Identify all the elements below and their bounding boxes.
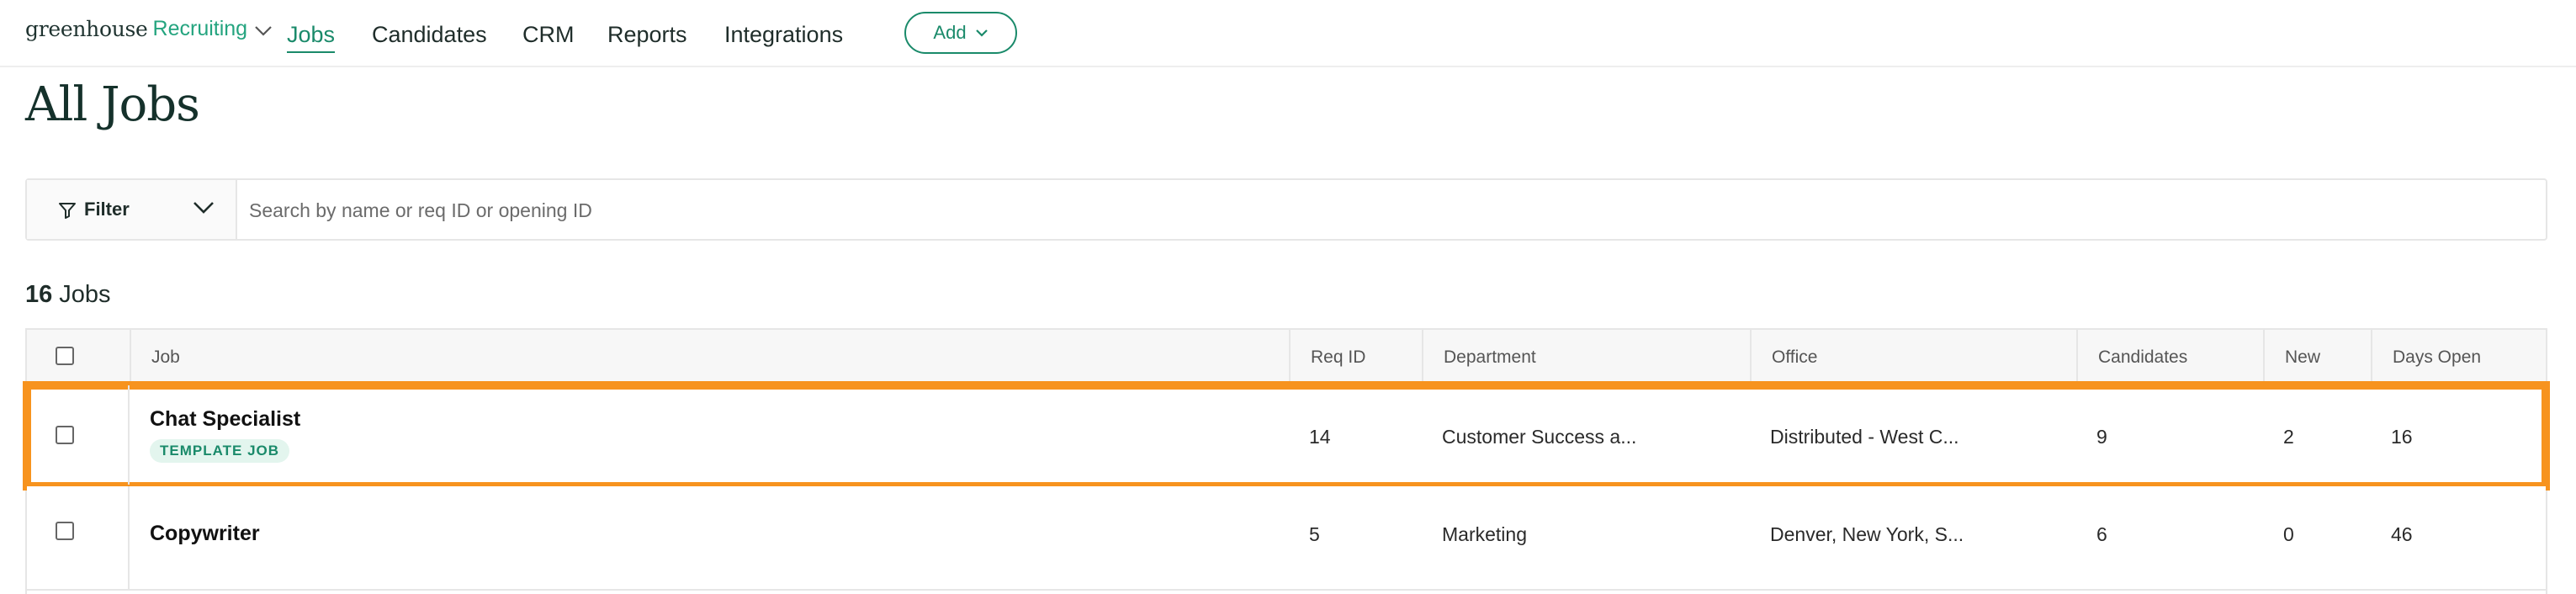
jobs-count: 16 Jobs	[25, 281, 111, 309]
row-checkbox[interactable]	[56, 426, 74, 444]
select-all-checkbox[interactable]	[56, 347, 74, 365]
row-divider	[128, 385, 130, 485]
table-row[interactable]: Copywriter 5 Marketing Denver, New York,…	[27, 486, 2546, 591]
brand-switcher[interactable]: greenhouse Recruiting	[25, 17, 273, 41]
row-divider	[128, 486, 130, 589]
office-cell: Distributed - West C...	[1770, 426, 1959, 448]
chevron-down-icon	[255, 25, 272, 36]
job-title-link[interactable]: Copywriter	[150, 522, 260, 546]
req-id-cell: 14	[1309, 426, 1331, 448]
search-input[interactable]	[247, 188, 2522, 232]
page-title: All Jobs	[25, 77, 200, 132]
row-checkbox[interactable]	[56, 522, 74, 540]
filter-icon	[59, 203, 76, 219]
nav-reports[interactable]: Reports	[607, 22, 687, 48]
nav-integrations[interactable]: Integrations	[724, 22, 843, 48]
days-open-cell: 46	[2391, 523, 2413, 545]
table-header: Job Req ID Department Office Candidates …	[27, 330, 2546, 385]
brand-logo: greenhouse	[25, 17, 148, 41]
candidates-cell[interactable]: 9	[2096, 426, 2107, 448]
new-cell[interactable]: 2	[2283, 426, 2294, 448]
nav-candidates[interactable]: Candidates	[372, 22, 487, 48]
filter-button[interactable]: Filter	[27, 180, 237, 239]
nav-jobs[interactable]: Jobs	[287, 22, 336, 53]
header-req-id[interactable]: Req ID	[1289, 330, 1422, 384]
add-button-label: Add	[933, 22, 967, 43]
header-select-cell	[27, 330, 130, 384]
header-office[interactable]: Office	[1750, 330, 2076, 384]
header-candidates[interactable]: Candidates	[2076, 330, 2263, 384]
days-open-cell: 16	[2391, 426, 2413, 448]
top-nav: greenhouse Recruiting Jobs Candidates CR…	[0, 0, 2576, 67]
header-new[interactable]: New	[2263, 330, 2371, 384]
req-id-cell: 5	[1309, 523, 1320, 545]
office-cell: Denver, New York, S...	[1770, 523, 1964, 545]
chevron-down-icon	[975, 29, 988, 37]
candidates-cell[interactable]: 6	[2096, 523, 2107, 546]
department-cell: Customer Success a...	[1442, 426, 1637, 448]
brand-product: Recruiting	[152, 17, 248, 40]
template-job-badge: TEMPLATE JOB	[150, 439, 290, 463]
header-department[interactable]: Department	[1422, 330, 1750, 384]
chevron-down-icon	[193, 202, 214, 214]
department-cell: Marketing	[1442, 523, 1527, 545]
filter-bar: Filter	[25, 178, 2547, 241]
job-title-link[interactable]: Chat Specialist	[150, 407, 300, 432]
jobs-count-number: 16	[25, 281, 53, 308]
header-job[interactable]: Job	[130, 330, 1289, 384]
add-button[interactable]: Add	[904, 12, 1017, 54]
nav-crm[interactable]: CRM	[522, 22, 575, 48]
filter-label: Filter	[84, 199, 130, 220]
header-days-open[interactable]: Days Open	[2371, 330, 2546, 384]
jobs-count-label: Jobs	[59, 281, 111, 308]
table-row[interactable]: Chat Specialist TEMPLATE JOB 14 Customer…	[23, 381, 2550, 491]
jobs-table: Job Req ID Department Office Candidates …	[23, 328, 2550, 594]
new-cell[interactable]: 0	[2283, 523, 2294, 546]
